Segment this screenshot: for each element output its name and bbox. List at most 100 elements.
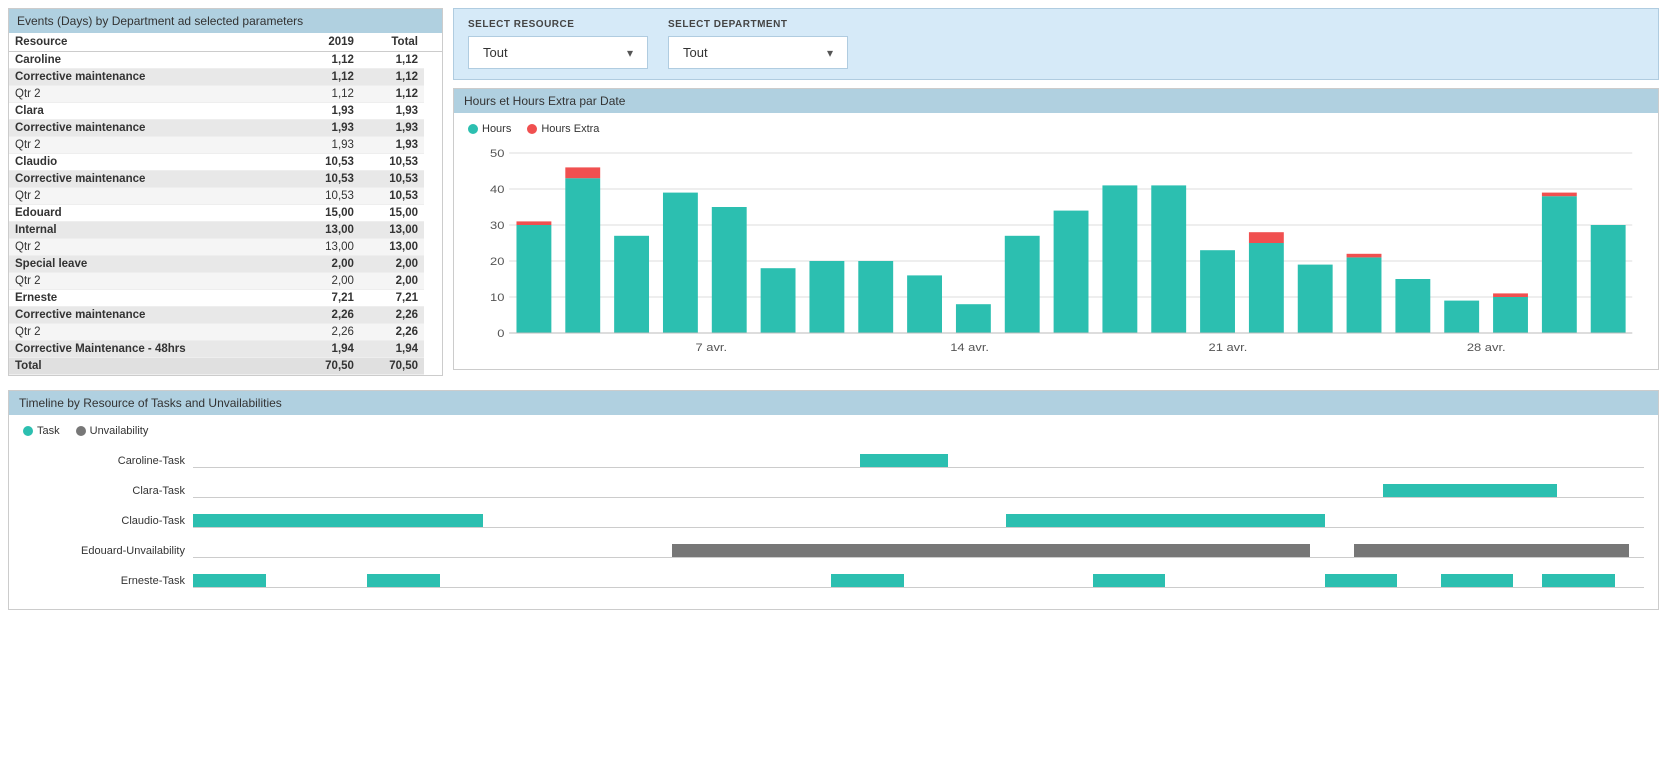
table-row: Total70,5070,50 bbox=[9, 358, 442, 375]
timeline-row-label: Edouard-Unvailability bbox=[23, 545, 193, 557]
table-scroll[interactable]: Resource 2019 Total Caroline1,121,12Corr… bbox=[9, 33, 442, 375]
timeline-bar-area bbox=[193, 574, 1644, 588]
cell-resource: Corrective maintenance bbox=[9, 120, 296, 137]
svg-text:50: 50 bbox=[490, 147, 505, 160]
cell-resource: Corrective maintenance bbox=[9, 69, 296, 86]
department-select-value: Tout bbox=[683, 45, 817, 60]
cell-total: 1,94 bbox=[360, 341, 424, 358]
timeline-row-label: Claudio-Task bbox=[23, 515, 193, 527]
main-container: Events (Days) by Department ad selected … bbox=[0, 0, 1667, 779]
timeline-row: Clara-Task bbox=[23, 479, 1644, 503]
cell-total: 2,26 bbox=[360, 324, 424, 341]
department-select[interactable]: Tout ▾ bbox=[668, 36, 848, 69]
legend-extra-label: Hours Extra bbox=[541, 123, 599, 135]
svg-text:21 avr.: 21 avr. bbox=[1209, 341, 1248, 354]
cell-resource: Qtr 2 bbox=[9, 188, 296, 205]
resource-select[interactable]: Tout ▾ bbox=[468, 36, 648, 69]
unavailability-bar bbox=[1354, 544, 1630, 557]
cell-resource: Clara bbox=[9, 103, 296, 120]
cell-2019: 1,93 bbox=[296, 137, 360, 154]
table-row: Corrective maintenance2,262,26 bbox=[9, 307, 442, 324]
timeline-legend: Task Unvailability bbox=[23, 425, 1644, 437]
col-2019: 2019 bbox=[296, 33, 360, 52]
col-resource: Resource bbox=[9, 33, 296, 52]
tl-task-label: Task bbox=[37, 425, 60, 437]
cell-total: 2,00 bbox=[360, 256, 424, 273]
timeline-inner: Task Unvailability Caroline-Task Clara-Ta… bbox=[9, 415, 1658, 609]
cell-total: 1,12 bbox=[360, 69, 424, 86]
cell-2019: 1,12 bbox=[296, 86, 360, 103]
cell-total: 13,00 bbox=[360, 239, 424, 256]
timeline-bar-area bbox=[193, 544, 1644, 558]
task-bar bbox=[831, 574, 904, 587]
cell-2019: 70,50 bbox=[296, 358, 360, 375]
cell-resource: Internal bbox=[9, 222, 296, 239]
svg-text:0: 0 bbox=[497, 327, 505, 340]
chart-inner: Hours Hours Extra 504030201007 avr.14 av… bbox=[454, 113, 1658, 369]
table-row: Erneste7,217,21 bbox=[9, 290, 442, 307]
timeline-row: Edouard-Unvailability bbox=[23, 539, 1644, 563]
timeline-row-label: Clara-Task bbox=[23, 485, 193, 497]
svg-text:10: 10 bbox=[490, 291, 505, 304]
timeline-bar-area bbox=[193, 484, 1644, 498]
resource-select-value: Tout bbox=[483, 45, 617, 60]
timeline-row: Claudio-Task bbox=[23, 509, 1644, 533]
cell-total: 7,21 bbox=[360, 290, 424, 307]
table-row: Claudio10,5310,53 bbox=[9, 154, 442, 171]
task-bar bbox=[1093, 574, 1166, 587]
table-row: Special leave2,002,00 bbox=[9, 256, 442, 273]
top-section: Events (Days) by Department ad selected … bbox=[8, 8, 1659, 376]
table-row: Edouard15,0015,00 bbox=[9, 205, 442, 222]
table-row: Caroline1,121,12 bbox=[9, 52, 442, 69]
department-filter-label: SELECT DEPARTMENT bbox=[668, 19, 848, 30]
tl-task-dot bbox=[23, 426, 33, 436]
chart-section: Hours et Hours Extra par Date Hours Hour… bbox=[453, 88, 1659, 370]
task-bar bbox=[1383, 484, 1557, 497]
task-bar bbox=[367, 574, 440, 587]
tl-unavail-label: Unvailability bbox=[90, 425, 149, 437]
unavailability-bar bbox=[1020, 544, 1310, 557]
table-row: Clara1,931,93 bbox=[9, 103, 442, 120]
svg-text:14 avr.: 14 avr. bbox=[950, 341, 989, 354]
timeline-row-label: Caroline-Task bbox=[23, 455, 193, 467]
table-row: Qtr 210,5310,53 bbox=[9, 188, 442, 205]
cell-2019: 10,53 bbox=[296, 154, 360, 171]
cell-2019: 10,53 bbox=[296, 188, 360, 205]
svg-text:20: 20 bbox=[490, 255, 505, 268]
cell-2019: 10,53 bbox=[296, 171, 360, 188]
timeline-row: Caroline-Task bbox=[23, 449, 1644, 473]
cell-total: 10,53 bbox=[360, 154, 424, 171]
cell-2019: 2,00 bbox=[296, 256, 360, 273]
cell-total: 10,53 bbox=[360, 188, 424, 205]
filter-section: SELECT RESOURCE Tout ▾ SELECT DEPARTMENT… bbox=[453, 8, 1659, 80]
cell-resource: Total bbox=[9, 358, 296, 375]
data-table: Resource 2019 Total Caroline1,121,12Corr… bbox=[9, 33, 442, 375]
extra-dot bbox=[527, 124, 537, 134]
chart-legend: Hours Hours Extra bbox=[468, 123, 1644, 135]
cell-resource: Special leave bbox=[9, 256, 296, 273]
bar-chart-svg: 504030201007 avr.14 avr.21 avr.28 avr. bbox=[468, 143, 1644, 363]
timeline-bar-area bbox=[193, 514, 1644, 528]
table-row: Qtr 21,931,93 bbox=[9, 137, 442, 154]
cell-total: 2,00 bbox=[360, 273, 424, 290]
table-row: Internal13,0013,00 bbox=[9, 222, 442, 239]
tl-legend-task: Task bbox=[23, 425, 60, 437]
timeline-bar-area bbox=[193, 454, 1644, 468]
cell-2019: 1,94 bbox=[296, 341, 360, 358]
table-row: Qtr 213,0013,00 bbox=[9, 239, 442, 256]
cell-resource: Corrective maintenance bbox=[9, 171, 296, 188]
tl-unavail-dot bbox=[76, 426, 86, 436]
hours-dot bbox=[468, 124, 478, 134]
cell-2019: 1,12 bbox=[296, 52, 360, 69]
table-row: Corrective maintenance1,931,93 bbox=[9, 120, 442, 137]
cell-resource: Corrective Maintenance - 48hrs bbox=[9, 341, 296, 358]
cell-2019: 2,26 bbox=[296, 307, 360, 324]
chart-area: 504030201007 avr.14 avr.21 avr.28 avr. bbox=[468, 143, 1644, 363]
cell-total: 1,12 bbox=[360, 52, 424, 69]
cell-total: 13,00 bbox=[360, 222, 424, 239]
task-bar bbox=[1441, 574, 1514, 587]
task-bar bbox=[860, 454, 947, 467]
cell-2019: 2,00 bbox=[296, 273, 360, 290]
resource-filter-group: SELECT RESOURCE Tout ▾ bbox=[468, 19, 648, 69]
department-filter-group: SELECT DEPARTMENT Tout ▾ bbox=[668, 19, 848, 69]
